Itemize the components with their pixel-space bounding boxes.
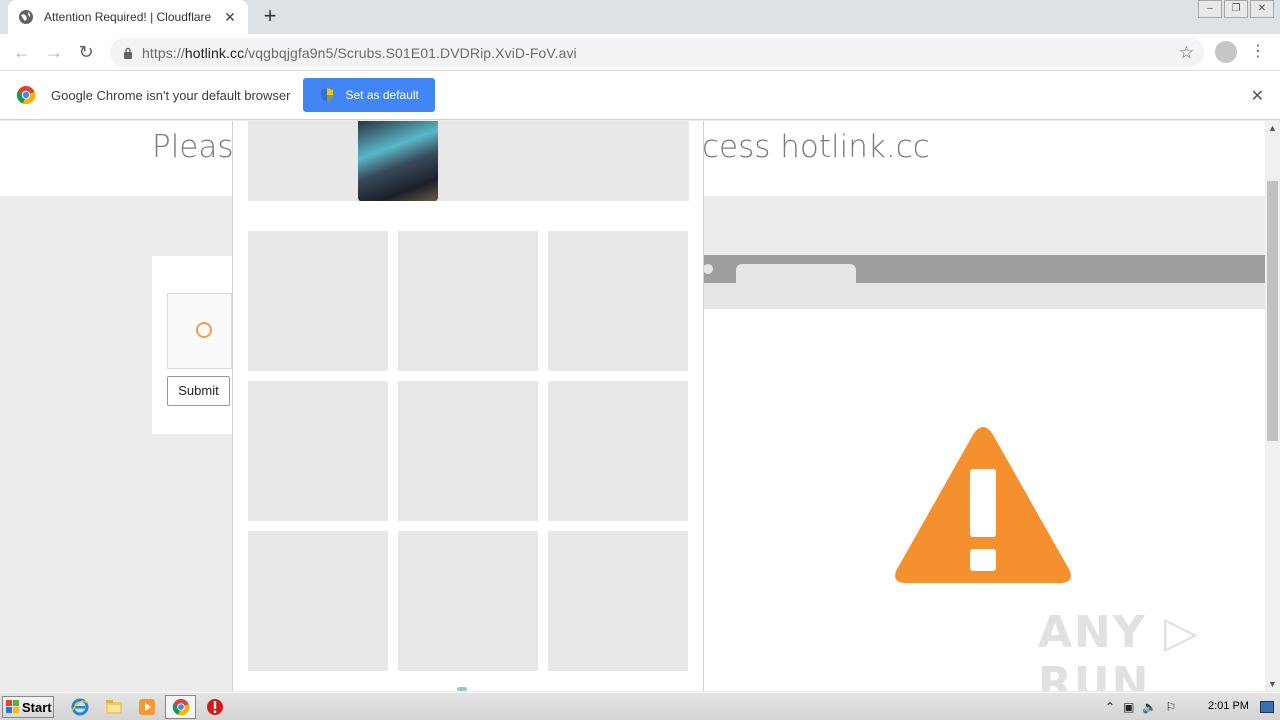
start-button[interactable]: Start [2,696,54,718]
page-viewport: Please cess hotlink.cc Submit ANY ▷ RUN [0,121,1265,691]
challenge-prompt-area [248,121,689,201]
loading-spinner-icon [196,322,212,338]
internet-explorer-icon[interactable] [70,697,90,717]
forward-button[interactable]: → [42,40,66,64]
address-bar[interactable]: https://hotlink.cc/vqgbqjgfa9n5/Scrubs.S… [110,38,1204,67]
new-tab-button[interactable]: + [258,5,282,29]
start-label: Start [22,699,52,715]
file-explorer-icon[interactable] [104,697,124,717]
infobar-close-icon[interactable]: ✕ [1251,86,1264,106]
antivirus-icon[interactable] [205,697,225,717]
browser-toolbar: ← → ↻ https://hotlink.cc/vqgbqjgfa9n5/Sc… [0,34,1280,71]
set-as-default-label: Set as default [345,88,419,102]
challenge-tile[interactable] [248,381,388,521]
network-icon[interactable]: ▣ [1123,700,1134,714]
tab-title: Attention Required! | Cloudflare [44,10,212,24]
chrome-logo-icon [16,86,36,105]
system-tray: ⌃ ▣ 🔈 ⚐ [1105,696,1176,718]
action-center-flag-icon[interactable]: ⚐ [1165,700,1176,714]
captcha-widget: Submit [152,256,232,434]
tab-close-icon[interactable]: ✕ [222,9,238,26]
challenge-tile[interactable] [548,381,688,521]
chrome-taskbar-button[interactable] [165,695,196,719]
window-controls: – ❐ ✕ [1198,0,1274,18]
challenge-tile[interactable] [398,531,538,671]
url-text: https://hotlink.cc/vqgbqjgfa9n5/Scrubs.S… [142,44,577,61]
chrome-icon [172,698,190,716]
minimize-button[interactable]: – [1198,0,1222,18]
show-hidden-icons-icon[interactable]: ⌃ [1105,700,1115,714]
illustration-dot [703,264,713,274]
scroll-thumb[interactable] [1267,181,1278,441]
submit-button[interactable]: Submit [167,376,230,406]
scroll-down-arrow-icon[interactable]: ▼ [1265,679,1280,689]
windows-flag-icon [6,700,19,713]
challenge-tile[interactable] [548,531,688,671]
default-browser-infobar: Google Chrome isn't your default browser… [0,71,1280,120]
illustration-address-bar [700,283,1265,309]
challenge-tile[interactable] [248,231,388,371]
warning-icon [895,427,1071,583]
back-button[interactable]: ← [10,40,34,64]
challenge-tile[interactable] [548,231,688,371]
anyrun-watermark: ANY ▷ RUN [1038,607,1200,691]
captcha-checkbox-card[interactable] [167,293,232,369]
page-scrollbar[interactable]: ▲ ▼ [1265,121,1280,691]
profile-avatar-icon[interactable] [1215,41,1237,63]
lock-icon [124,47,132,59]
bookmark-star-icon[interactable]: ☆ [1179,43,1194,63]
challenge-tile[interactable] [248,531,388,671]
globe-icon [19,10,33,24]
scroll-indicator [457,687,467,691]
illustration-tab-bar [700,255,1265,284]
page-heading-right: cess hotlink.cc [702,129,930,165]
image-challenge-popup [232,121,704,691]
challenge-example-image [358,121,438,201]
illustration-tab [736,264,856,284]
taskbar-clock[interactable]: 2:01 PM [1208,700,1249,712]
scroll-up-arrow-icon[interactable]: ▲ [1265,123,1280,133]
show-desktop-button[interactable] [1260,701,1274,713]
reload-button[interactable]: ↻ [74,40,98,64]
media-player-icon[interactable] [137,697,157,717]
windows-taskbar: Start ⌃ ▣ 🔈 ⚐ 2:01 PM [0,692,1280,720]
browser-tab[interactable]: Attention Required! | Cloudflare ✕ [8,0,248,34]
uac-shield-icon [321,88,334,102]
volume-icon[interactable]: 🔈 [1142,700,1157,714]
close-window-button[interactable]: ✕ [1250,0,1274,18]
restore-button[interactable]: ❐ [1224,0,1248,18]
infobar-message: Google Chrome isn't your default browser [51,87,291,103]
tab-strip: Attention Required! | Cloudflare ✕ + – ❐… [0,0,1280,34]
menu-dots-icon[interactable]: ⋮ [1250,40,1266,64]
challenge-tile[interactable] [398,381,538,521]
challenge-tile[interactable] [398,231,538,371]
set-as-default-button[interactable]: Set as default [303,78,435,112]
